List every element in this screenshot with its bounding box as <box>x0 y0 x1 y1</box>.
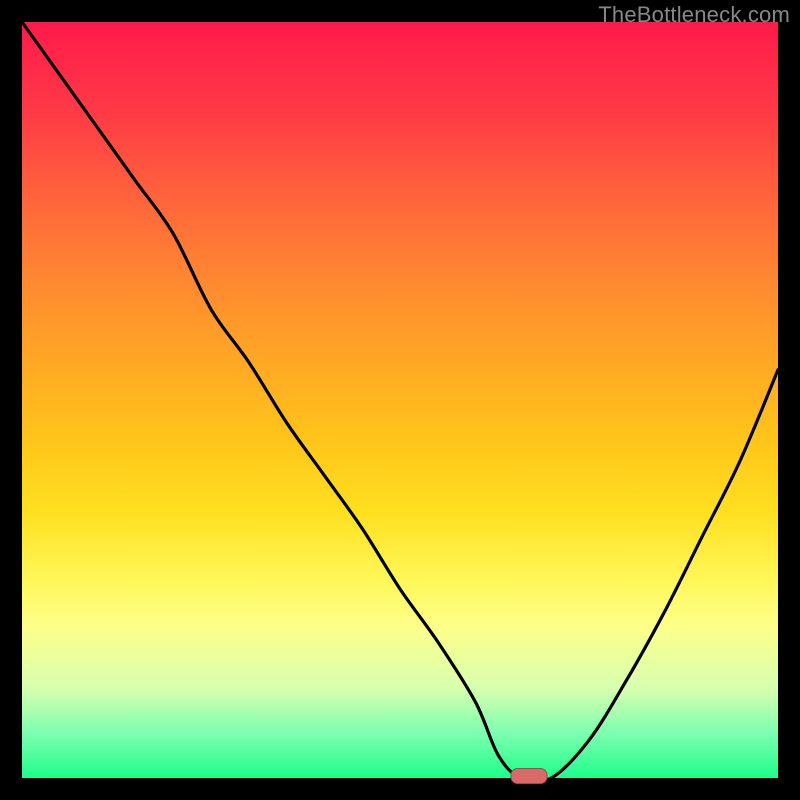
chart-stage: TheBottleneck.com <box>0 0 800 800</box>
bottleneck-curve <box>22 22 778 782</box>
chart-overlay <box>22 22 778 778</box>
watermark-text: TheBottleneck.com <box>598 2 790 28</box>
optimal-marker <box>510 768 547 784</box>
